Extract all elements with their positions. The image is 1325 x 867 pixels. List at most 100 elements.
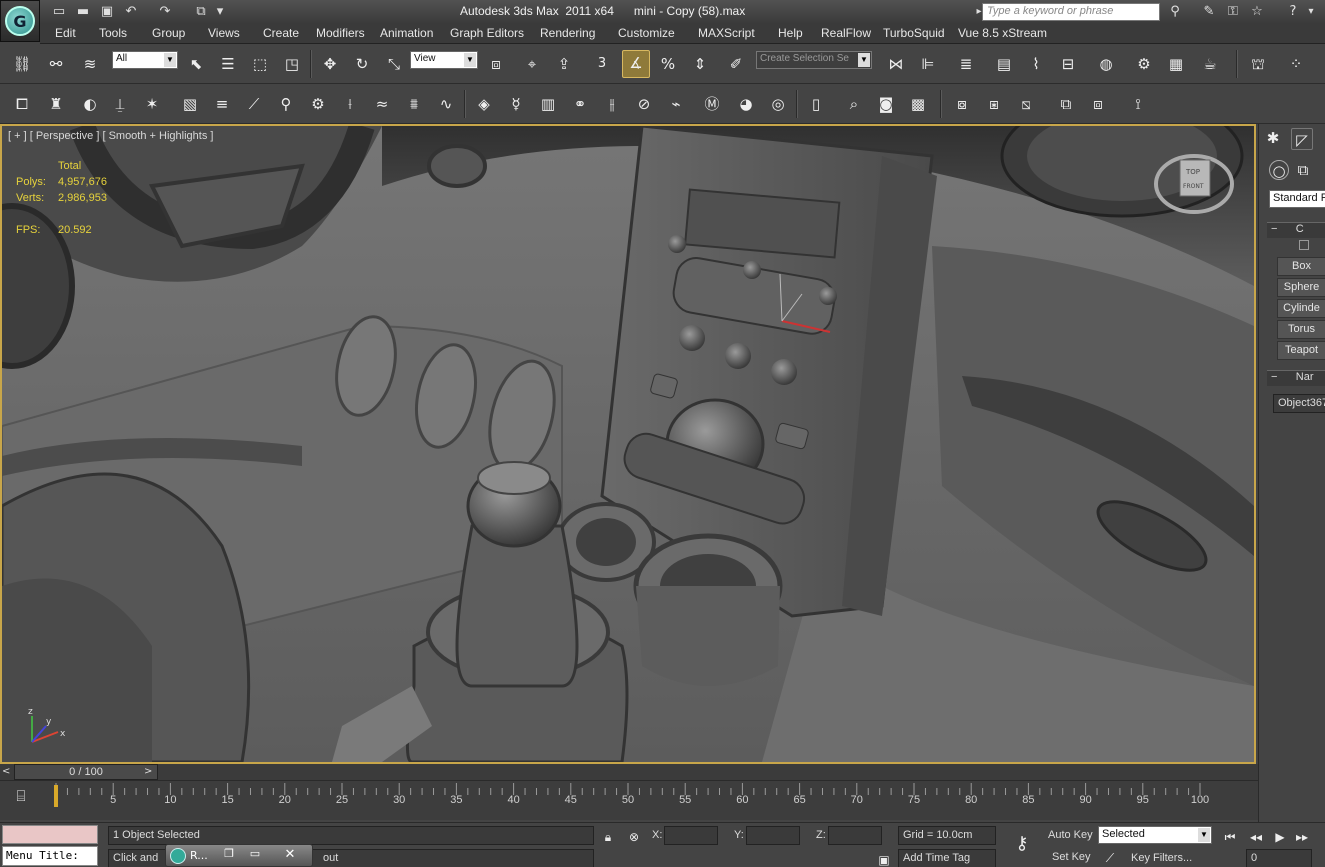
select-object-icon[interactable]: ⬉ bbox=[184, 52, 208, 76]
curve-icon[interactable]: ⌁ bbox=[664, 92, 688, 116]
object-type-rollout[interactable]: − C bbox=[1267, 222, 1325, 238]
star-emitter-icon[interactable]: ✶ bbox=[140, 92, 164, 116]
magnifier-icon[interactable]: ⚲ bbox=[274, 92, 298, 116]
angle-snap-toggle-icon[interactable]: ∡ bbox=[622, 50, 650, 78]
key-filters-button[interactable]: Key Filters... bbox=[1126, 849, 1214, 867]
window-crossing-icon[interactable]: ◳ bbox=[280, 52, 304, 76]
set-key-button[interactable]: Set Key bbox=[1052, 851, 1091, 863]
unlink-selection-icon[interactable]: ⚯ bbox=[44, 52, 68, 76]
search-input[interactable]: Type a keyword or phrase bbox=[982, 3, 1160, 21]
wave-icon[interactable]: ∿ bbox=[434, 92, 458, 116]
selection-filter-dropdown[interactable]: All ▼ bbox=[112, 51, 178, 69]
time-prev-icon[interactable]: < bbox=[2, 766, 10, 777]
select-and-move-icon[interactable]: ✥ bbox=[318, 52, 342, 76]
menu-rendering[interactable]: Rendering bbox=[540, 26, 595, 40]
wave-mesh-icon[interactable]: ◕ bbox=[734, 92, 758, 116]
select-and-link-icon[interactable]: ⛓ bbox=[10, 52, 34, 76]
maxscript-listener-input[interactable] bbox=[2, 825, 98, 844]
redo-icon[interactable]: ↷ bbox=[156, 3, 174, 21]
viewcube-top-label[interactable]: TOP bbox=[1185, 168, 1200, 176]
menu-modifiers[interactable]: Modifiers bbox=[316, 26, 365, 40]
create-sphere-button[interactable]: Sphere bbox=[1277, 278, 1325, 297]
rendered-frame-window-icon[interactable]: ▦ bbox=[1164, 52, 1188, 76]
z-coordinate-input[interactable] bbox=[828, 826, 882, 845]
wind-icon[interactable]: ≈ bbox=[370, 92, 394, 116]
ripple-icon[interactable]: ◎ bbox=[766, 92, 790, 116]
scatter-cubes-icon[interactable]: ⧇ bbox=[950, 92, 974, 116]
edit-named-selections-icon[interactable]: ✐ bbox=[724, 52, 748, 76]
spinner-snap-icon[interactable]: ⇕ bbox=[688, 52, 712, 76]
create-box-button[interactable]: Box bbox=[1277, 257, 1325, 276]
next-frame-icon[interactable]: ▸▸ bbox=[1292, 828, 1312, 846]
rectangular-selection-icon[interactable]: ⬚ bbox=[248, 52, 272, 76]
gear-icon[interactable]: ⚙ bbox=[306, 92, 330, 116]
viewcube-front-label[interactable]: FRONT bbox=[1183, 183, 1204, 190]
scatter-paint-icon[interactable]: ⧅ bbox=[1014, 92, 1038, 116]
current-frame-marker[interactable] bbox=[54, 785, 58, 807]
snaps-toggle-icon[interactable]: 3 bbox=[590, 52, 614, 76]
character-icon[interactable]: ☿ bbox=[504, 92, 528, 116]
select-and-rotate-icon[interactable]: ↻ bbox=[350, 52, 374, 76]
fluid-emitter-icon[interactable]: ◈ bbox=[472, 92, 496, 116]
play-icon[interactable]: ▶ bbox=[1270, 828, 1290, 846]
scatter-spray-icon[interactable]: ⧆ bbox=[982, 92, 1006, 116]
create-cylinder-button[interactable]: Cylinde bbox=[1277, 299, 1325, 318]
stack-icon[interactable]: ≡ bbox=[210, 92, 234, 116]
particle-tools-icon[interactable]: ⁘ bbox=[1284, 52, 1308, 76]
menu-graph-editors[interactable]: Graph Editors bbox=[450, 26, 524, 40]
create-tab-icon[interactable]: ✱ bbox=[1263, 128, 1283, 148]
y-coordinate-input[interactable] bbox=[746, 826, 800, 845]
geometry-icon[interactable]: ○ bbox=[1269, 160, 1289, 180]
menu-create[interactable]: Create bbox=[263, 26, 299, 40]
set-key-mode-key-icon[interactable]: ⚷ bbox=[1008, 835, 1036, 853]
select-and-scale-icon[interactable]: ⤡ bbox=[382, 52, 406, 76]
create-teapot-button[interactable]: Teapot bbox=[1277, 341, 1325, 360]
undo-icon[interactable]: ↶ bbox=[122, 3, 140, 21]
sphere-tool-icon[interactable]: ◐ bbox=[78, 92, 102, 116]
add-time-tag-button[interactable]: Add Time Tag bbox=[898, 849, 996, 867]
rigid-body-icon[interactable]: ⧉ bbox=[1054, 92, 1078, 116]
keyboard-shortcut-override-icon[interactable]: ⇪ bbox=[552, 52, 576, 76]
time-slider-thumb[interactable]: 0 / 100 bbox=[14, 764, 158, 780]
splitter-icon[interactable]: ⫲ bbox=[600, 92, 624, 116]
bundle-icon[interactable]: ▥ bbox=[536, 92, 560, 116]
time-next-icon[interactable]: > bbox=[144, 766, 152, 777]
autogrid-checkbox[interactable] bbox=[1299, 240, 1309, 250]
perspective-viewport[interactable]: TOP FRONT z x y [ + ] [ Perspective ] [ … bbox=[0, 124, 1256, 764]
cloth-icon[interactable]: ⧠ bbox=[10, 92, 34, 116]
bind-to-space-warp-icon[interactable]: ≋ bbox=[78, 52, 102, 76]
garment-icon[interactable]: ♜ bbox=[44, 92, 68, 116]
link-objects-icon[interactable]: ⚭ bbox=[568, 92, 592, 116]
menu-views[interactable]: Views bbox=[208, 26, 240, 40]
render-setup-icon[interactable]: ⚙ bbox=[1132, 52, 1156, 76]
selection-lock-icon[interactable]: 🔒︎ bbox=[598, 828, 618, 846]
auto-key-button[interactable]: Auto Key bbox=[1048, 829, 1093, 841]
zoom-extents-icon[interactable]: ⌕ bbox=[842, 92, 866, 116]
menu-animation[interactable]: Animation bbox=[380, 26, 433, 40]
close-icon[interactable]: ✕ bbox=[270, 847, 310, 865]
create-torus-button[interactable]: Torus bbox=[1277, 320, 1325, 339]
graph-check-icon[interactable]: ⟟ bbox=[1126, 92, 1150, 116]
material-editor-icon[interactable]: ◍ bbox=[1094, 52, 1118, 76]
layer-manager-icon[interactable]: ≣ bbox=[954, 52, 978, 76]
time-tag-icon[interactable]: ▣ bbox=[874, 851, 894, 867]
rigid-body-link-icon[interactable]: ⧈ bbox=[1086, 92, 1110, 116]
category-dropdown[interactable]: Standard P bbox=[1269, 190, 1325, 208]
time-slider[interactable]: < 0 / 100 > bbox=[0, 764, 1258, 780]
menu-realflow[interactable]: RealFlow bbox=[821, 26, 871, 40]
restore-icon[interactable]: ❐ bbox=[218, 847, 240, 865]
menu-turbosquid[interactable]: TurboSquid bbox=[883, 26, 945, 40]
communication-center-icon[interactable]: ✎ bbox=[1200, 3, 1218, 21]
film-strip-icon[interactable]: ▩ bbox=[906, 92, 930, 116]
absolute-mode-transform-icon[interactable]: ⊗ bbox=[624, 828, 644, 846]
notebook-icon[interactable]: ▯ bbox=[804, 92, 828, 116]
menu-help[interactable]: Help bbox=[778, 26, 803, 40]
name-and-color-rollout[interactable]: − Nar bbox=[1267, 370, 1325, 386]
track-bar[interactable]: ⌸ 5 10 15 20 25 30 35 40 45 50 55 60 65 70 75 80 85 90 95 1… bbox=[0, 780, 1258, 820]
schematic-view-icon[interactable]: ⊟ bbox=[1056, 52, 1080, 76]
align-icon[interactable]: ⊫ bbox=[916, 52, 940, 76]
minimized-window-button[interactable]: R... ❐ ▭ ✕ bbox=[165, 844, 313, 867]
ground-plane-icon[interactable]: ⍊ bbox=[108, 92, 132, 116]
menu-customize[interactable]: Customize bbox=[618, 26, 675, 40]
mesher-icon[interactable]: Ⓜ bbox=[700, 92, 724, 116]
